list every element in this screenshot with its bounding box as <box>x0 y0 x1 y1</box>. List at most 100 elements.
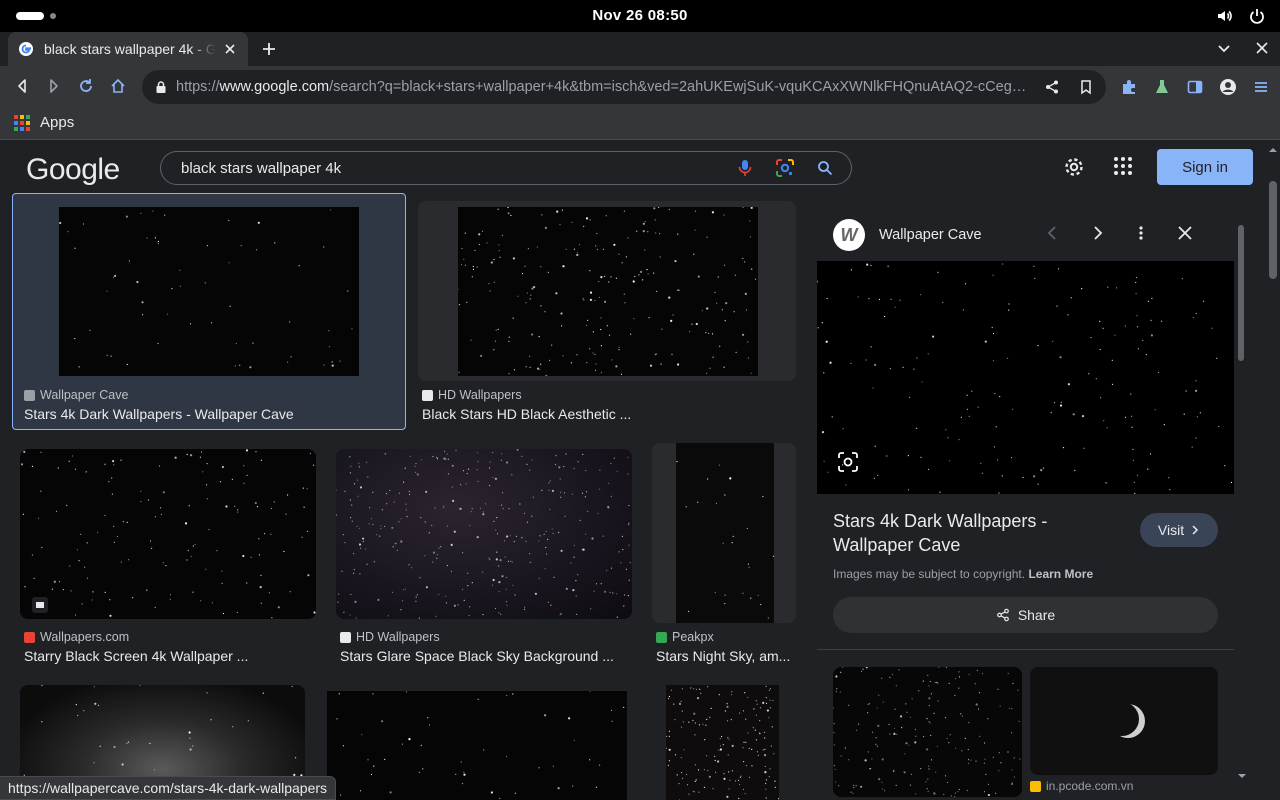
close-panel-icon[interactable] <box>1177 225 1193 241</box>
related-source[interactable]: in.pcode.com.vn <box>1030 779 1133 793</box>
link-hover-status: https://wallpapercave.com/stars-4k-dark-… <box>0 776 337 800</box>
related-image-1[interactable] <box>833 667 1022 797</box>
voice-search-icon[interactable] <box>737 159 753 177</box>
panel-site-name[interactable]: Wallpaper Cave <box>879 227 982 243</box>
tab-search-chevron-icon[interactable] <box>1216 40 1232 56</box>
starfield-image <box>336 449 631 619</box>
power-icon[interactable] <box>1248 7 1266 25</box>
lens-search-icon[interactable] <box>837 451 859 473</box>
result-caption[interactable]: Stars Glare Space Black Sky Background .… <box>340 648 640 664</box>
site-logo[interactable]: W <box>833 219 865 251</box>
forward-icon[interactable] <box>46 78 62 94</box>
result-source-name: HD Wallpapers <box>438 388 522 402</box>
site-favicon-icon <box>24 389 35 401</box>
result-image[interactable] <box>336 449 632 619</box>
tab-google-search[interactable]: black stars wallpaper 4k - Google Search <box>8 32 248 66</box>
lens-search-icon[interactable] <box>775 158 795 178</box>
site-favicon-icon <box>340 631 351 643</box>
visit-button[interactable]: Visit <box>1140 513 1218 547</box>
result-source[interactable]: Wallpapers.com <box>24 630 129 644</box>
share-page-icon[interactable] <box>1044 79 1060 95</box>
result-image[interactable] <box>59 207 359 376</box>
next-icon[interactable] <box>1089 225 1105 241</box>
result-source[interactable]: HD Wallpapers <box>340 630 440 644</box>
result-source[interactable]: HD Wallpapers <box>422 388 522 402</box>
more-options-icon[interactable] <box>1133 225 1149 241</box>
result-source-name: Peakpx <box>672 630 714 644</box>
tab-close-icon[interactable] <box>222 41 238 57</box>
apps-label: Apps <box>40 114 75 131</box>
browser-menu-icon[interactable] <box>1252 78 1270 96</box>
google-header: Google black stars wallpaper 4k Sign in <box>0 141 1266 193</box>
google-apps-icon[interactable] <box>1112 155 1134 179</box>
volume-icon[interactable] <box>1216 7 1234 25</box>
share-icon <box>996 608 1010 622</box>
address-bar[interactable]: https://www.google.com/search?q=black+st… <box>142 70 1106 104</box>
system-clock[interactable]: Nov 26 08:50 <box>0 7 1280 24</box>
lock-icon[interactable] <box>154 80 168 94</box>
previous-icon[interactable] <box>1045 225 1061 241</box>
panel-preview-image[interactable] <box>817 261 1234 494</box>
panel-scrollbar[interactable] <box>1235 211 1247 791</box>
profile-avatar-icon[interactable] <box>1219 78 1237 96</box>
result-source-name: Wallpaper Cave <box>40 388 129 402</box>
starfield-image <box>59 209 353 369</box>
address-url: https://www.google.com/search?q=black+st… <box>176 79 1034 95</box>
scroll-up-icon[interactable] <box>1266 145 1280 155</box>
result-image[interactable] <box>676 443 774 623</box>
labs-flask-icon[interactable] <box>1153 78 1171 96</box>
result-source[interactable]: Peakpx <box>656 630 714 644</box>
window-close-icon[interactable] <box>1254 40 1270 56</box>
result-image[interactable] <box>20 449 316 619</box>
starfield-image <box>458 207 757 376</box>
result-caption[interactable]: Stars Night Sky, am... <box>656 648 796 664</box>
url-prefix: https:// <box>176 79 220 95</box>
starfield-image <box>666 685 779 800</box>
result-source-name: HD Wallpapers <box>356 630 440 644</box>
crescent-moon-image <box>1105 702 1145 738</box>
extensions-puzzle-icon[interactable] <box>1120 78 1138 96</box>
result-image[interactable] <box>666 685 779 800</box>
url-host: www.google.com <box>219 79 330 95</box>
result-caption[interactable]: Black Stars HD Black Aesthetic ... <box>422 406 796 422</box>
side-panel-icon[interactable] <box>1186 78 1204 96</box>
bookmark-star-icon[interactable] <box>1078 79 1094 95</box>
home-icon[interactable] <box>110 78 126 94</box>
starfield-image <box>20 449 316 619</box>
starfield-image <box>833 667 1021 797</box>
sign-in-button[interactable]: Sign in <box>1157 149 1253 185</box>
page-scrollbar[interactable] <box>1266 141 1280 800</box>
google-logo[interactable]: Google <box>26 153 120 187</box>
page-scrollbar-thumb[interactable] <box>1269 181 1277 279</box>
related-image-2[interactable] <box>1030 667 1218 775</box>
system-top-bar: Nov 26 08:50 <box>0 0 1280 32</box>
starfield-image <box>676 461 774 619</box>
site-favicon-icon <box>422 389 433 401</box>
search-icon[interactable] <box>817 160 833 176</box>
search-query[interactable]: black stars wallpaper 4k <box>181 160 737 177</box>
tab-title: black stars wallpaper 4k - Google Search <box>44 41 216 57</box>
new-tab-icon[interactable] <box>260 40 278 58</box>
share-button[interactable]: Share <box>833 597 1218 633</box>
apps-shortcut[interactable]: Apps <box>14 114 74 131</box>
google-images-page: Google black stars wallpaper 4k Sign in … <box>0 141 1280 800</box>
google-search-box[interactable]: black stars wallpaper 4k <box>160 151 852 185</box>
copyright-text: Images may be subject to copyright. <box>833 567 1026 581</box>
learn-more-link[interactable]: Learn More <box>1028 567 1093 581</box>
result-image[interactable] <box>458 207 758 376</box>
site-favicon-icon <box>656 631 667 643</box>
result-image[interactable] <box>327 691 627 800</box>
reload-icon[interactable] <box>78 78 94 94</box>
apps-grid-icon <box>14 114 30 131</box>
starfield-image <box>336 691 625 799</box>
settings-gear-icon[interactable] <box>1062 155 1086 179</box>
result-caption[interactable]: Stars 4k Dark Wallpapers - Wallpaper Cav… <box>24 406 394 422</box>
panel-image-title[interactable]: Stars 4k Dark Wallpapers - Wallpaper Cav… <box>833 509 1123 557</box>
panel-scroll-down-icon[interactable] <box>1236 772 1248 780</box>
result-caption[interactable]: Starry Black Screen 4k Wallpaper ... <box>24 648 316 664</box>
back-icon[interactable] <box>14 78 30 94</box>
panel-header: W Wallpaper Cave <box>817 211 1234 261</box>
panel-scrollbar-thumb[interactable] <box>1238 225 1244 361</box>
share-label: Share <box>1017 607 1056 623</box>
result-source[interactable]: Wallpaper Cave <box>24 388 128 402</box>
